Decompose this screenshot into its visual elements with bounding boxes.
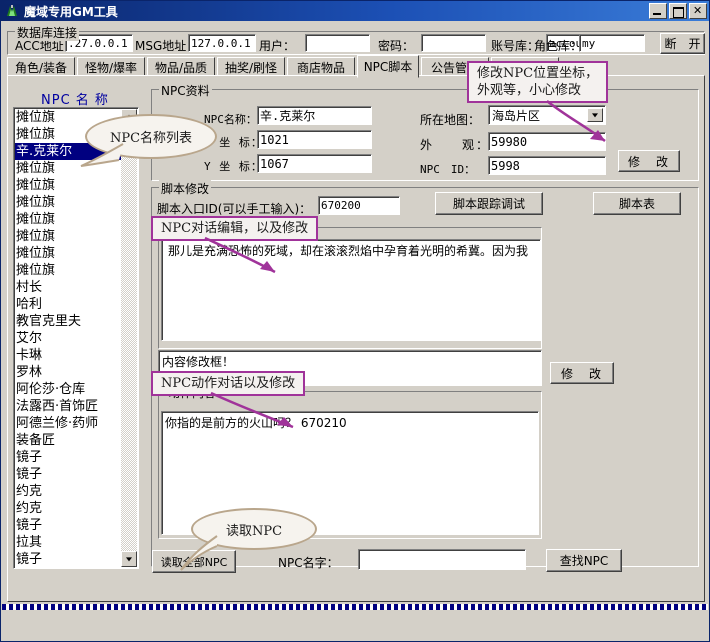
script-table-button[interactable]: 脚本表 [593,192,681,215]
window-title: 魔域专用GM工具 [24,3,649,20]
script-edit-box[interactable]: 内容修改框！ [158,350,542,386]
script-modify-button[interactable]: 修 改 [550,362,614,384]
npc-map-value: 海岛片区 [492,107,540,124]
maximize-button[interactable] [669,3,687,19]
npc-list-item[interactable]: 拉其 [15,534,121,551]
npc-map-label: 所在地图： [420,111,480,128]
npc-x-input[interactable]: 1021 [257,130,372,149]
script-trace-debug-button[interactable]: 脚本跟踪调试 [435,192,543,215]
npc-name-list[interactable]: 摊位旗摊位旗辛.克莱尔摊位旗摊位旗摊位旗摊位旗摊位旗摊位旗摊位旗村长哈利教官克里… [13,107,139,569]
npc-map-dropdown[interactable]: 海岛片区 [488,105,606,125]
npc-list-item[interactable]: 镜子 [15,449,121,466]
npc-x-label: X 坐 标： [204,134,263,150]
script-entry-input[interactable]: 670200 [318,196,400,215]
role-db-label: 角色库： [534,37,582,54]
npc-list-item[interactable]: 阿伦莎·仓库 [15,381,121,398]
disconnect-button[interactable]: 断 开 [660,33,705,54]
npc-list-title: NPC 名 称 [41,89,109,108]
npc-list-item[interactable]: 摊位旗 [15,211,121,228]
npc-list-scrollbar[interactable] [121,109,137,567]
npc-list-item[interactable]: 哈利 [15,296,121,313]
npc-list-item[interactable]: 镜子 [15,551,121,567]
npc-list-item[interactable]: 摊位旗 [15,194,121,211]
scroll-down-button[interactable] [121,551,137,567]
npc-list-item[interactable]: 罗林 [15,364,121,381]
status-bar [2,604,708,640]
password-label: 密码： [378,37,414,54]
account-db-label: 账号库： [491,37,539,54]
tab-monster-drop[interactable]: 怪物/爆率 [77,57,145,76]
tab-role-equip[interactable]: 角色/装备 [7,57,75,76]
npc-list-item[interactable]: 摊位旗 [15,126,121,143]
npc-look-input[interactable]: 59980 [488,132,606,151]
npc-list-item[interactable]: 摊位旗 [15,262,121,279]
npc-list-item[interactable]: 摊位旗 [15,160,121,177]
read-all-npc-button[interactable]: 读取全部NPC [152,550,236,573]
npc-list-item[interactable]: 阿德兰修·药师 [15,415,121,432]
npc-list-item[interactable]: 艾尔 [15,330,121,347]
app-icon [4,4,20,19]
script-dialog-textarea[interactable]: 那儿是充满恐怖的死域，却在滚滚烈焰中孕育着光明的希冀。因为我 [161,239,541,341]
npc-list-item[interactable]: 镜子 [15,517,121,534]
npc-y-label: Y 坐 标： [204,158,263,174]
npc-list-item[interactable]: 摊位旗 [15,228,121,245]
npc-list-item[interactable]: 装备匠 [15,432,121,449]
application-window: 魔域专用GM工具 ✕ 数据库连接 ACC地址： .27.0.0.1 MSG地址：… [0,0,710,642]
npc-list-item[interactable]: 卡琳 [15,347,121,364]
tab-strip: 角色/装备 怪物/爆率 物品/品质 抽奖/刷怪 商店物品 NPC脚本 公告管理 … [7,57,705,76]
tab-npc-script[interactable]: NPC脚本 [357,55,419,78]
npc-list-item[interactable]: 教官克里夫 [15,313,121,330]
npc-list-items[interactable]: 摊位旗摊位旗辛.克莱尔摊位旗摊位旗摊位旗摊位旗摊位旗摊位旗摊位旗村长哈利教官克里… [15,109,121,567]
npc-name-search-input[interactable] [358,549,526,570]
tab-shop-items[interactable]: 商店物品 [287,57,355,76]
status-bar-progress-stripe [2,604,708,610]
npc-name-label: NPC名称： [204,111,257,127]
npc-list-item[interactable]: 镜子 [15,466,121,483]
npc-y-input[interactable]: 1067 [257,154,372,173]
password-input[interactable] [421,34,486,52]
find-npc-button[interactable]: 查找NPC [546,549,622,572]
npc-list-item[interactable]: 摊位旗 [15,245,121,262]
role-db-input[interactable]: my [579,34,645,52]
action-content-textarea[interactable]: 你指的是前方的火山吗？ 670210 [161,411,539,535]
user-label: 用户： [259,37,295,54]
npc-look-label: 外 观： [420,136,490,153]
npc-info-modify-button[interactable]: 修 改 [618,150,680,172]
tab-announcement[interactable]: 公告管理 [421,57,489,76]
msg-address-input[interactable]: 127.0.0.1 [188,34,256,52]
scrollbar-track[interactable] [121,125,137,551]
npc-name-input[interactable]: 辛.克莱尔 [257,106,372,125]
tab-lottery-spawn[interactable]: 抽奖/刷怪 [217,57,285,76]
chevron-down-icon[interactable] [587,108,603,122]
window-controls: ✕ [649,3,707,19]
user-input[interactable] [305,34,370,52]
npc-id-input[interactable]: 5998 [488,156,606,175]
npc-name-search-label: NPC名字： [278,554,339,571]
script-group-title: 脚本修改 [159,180,211,197]
tab-item-quality[interactable]: 物品/品质 [147,57,215,76]
npc-list-item[interactable]: 法露西·首饰匠 [15,398,121,415]
npc-list-item[interactable]: 摊位旗 [15,177,121,194]
npc-list-item[interactable]: 约克 [15,483,121,500]
action-group-title: 动作内容： [166,384,230,401]
scroll-up-button[interactable] [121,109,137,125]
npc-id-label: NPC ID： [420,161,475,177]
close-button[interactable]: ✕ [689,3,707,19]
npc-list-item[interactable]: 摊位旗 [15,109,121,126]
npc-info-group-title: NPC资料 [159,82,212,99]
npc-list-item[interactable]: 辛.克莱尔 [15,143,121,160]
tab-data-manage[interactable]: 数据管理 [491,57,559,76]
db-connect-group-title: 数据库连接 [15,24,79,41]
npc-list-item[interactable]: 约克 [15,500,121,517]
title-bar: 魔域专用GM工具 ✕ [1,1,709,21]
script-entry-label: 脚本入口ID(可以手工输入)： [157,200,311,217]
minimize-button[interactable] [649,3,667,19]
npc-list-item[interactable]: 村长 [15,279,121,296]
